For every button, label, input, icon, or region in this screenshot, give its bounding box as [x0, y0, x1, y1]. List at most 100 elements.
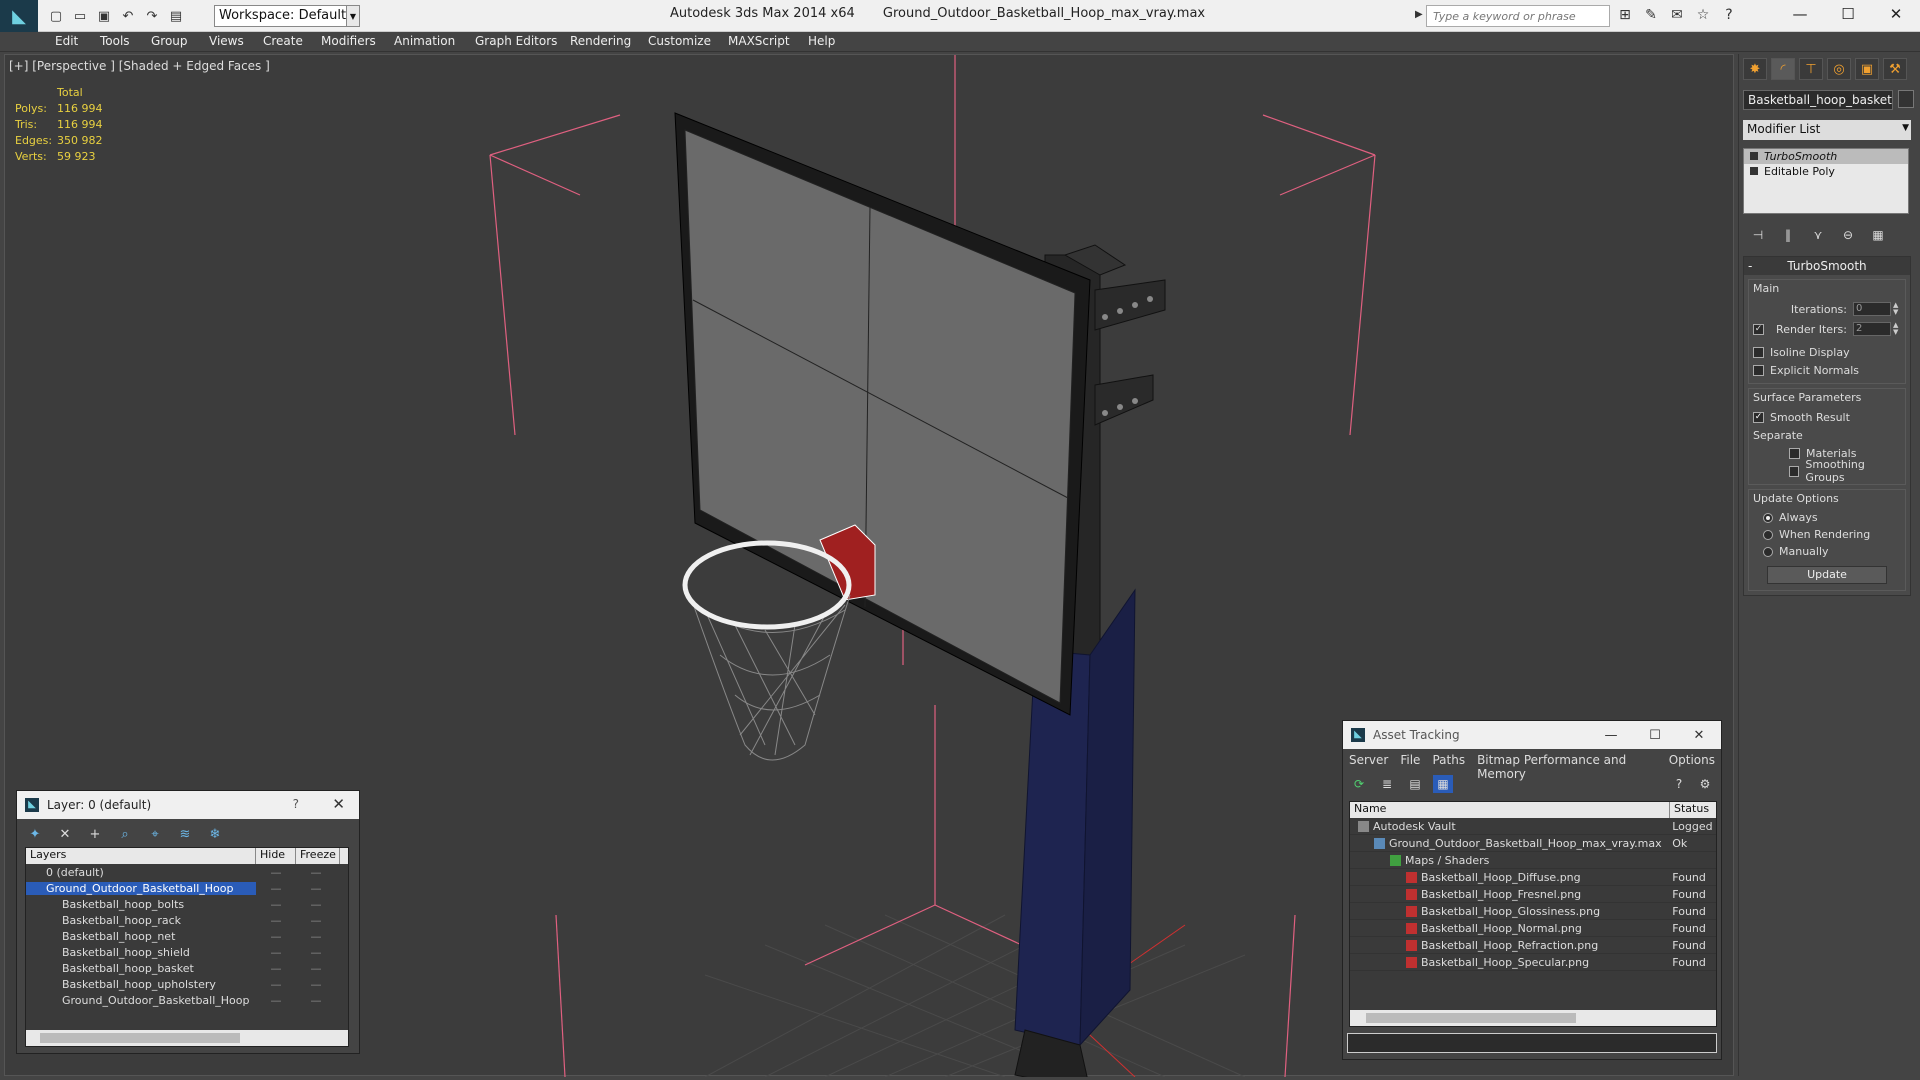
- list-view-icon[interactable]: ≣: [1377, 775, 1397, 793]
- layer-window-titlebar[interactable]: ◣ Layer: 0 (default) ? ✕: [17, 791, 359, 819]
- hierarchy-tab-icon[interactable]: ⊤: [1799, 58, 1823, 80]
- minimize-icon[interactable]: —: [1776, 0, 1824, 28]
- smoothing-groups-option[interactable]: Smoothing Groups: [1753, 458, 1901, 484]
- help-icon[interactable]: ?: [1720, 6, 1738, 24]
- layer-row[interactable]: Basketball_hoop_net — —: [26, 928, 348, 944]
- horizontal-scrollbar[interactable]: [26, 1030, 348, 1046]
- expand-arrow-icon[interactable]: ▶: [1415, 9, 1423, 20]
- minimize-icon[interactable]: —: [1589, 721, 1633, 749]
- asset-row[interactable]: Basketball_Hoop_Refraction.png Found: [1350, 937, 1716, 954]
- lightbulb-icon[interactable]: [1750, 152, 1758, 160]
- manually-option[interactable]: Manually: [1753, 543, 1901, 560]
- thumbnail-view-icon[interactable]: ▤: [1405, 775, 1425, 793]
- workspace-dropdown[interactable]: Workspace: Default ▼: [214, 5, 360, 27]
- asset-row[interactable]: Basketball_Hoop_Specular.png Found: [1350, 954, 1716, 971]
- menu-modifiers[interactable]: Modifiers: [321, 34, 376, 48]
- help-icon[interactable]: ?: [1669, 775, 1689, 793]
- close-icon[interactable]: ✕: [1872, 0, 1920, 28]
- iterations-spinner[interactable]: 0: [1853, 302, 1891, 316]
- viewport-label[interactable]: [+] [Perspective ] [Shaded + Edged Faces…: [9, 59, 270, 73]
- stack-item-turbosmooth[interactable]: TurboSmooth: [1744, 149, 1908, 164]
- subscription-icon[interactable]: ✎: [1642, 6, 1660, 24]
- asset-path-field[interactable]: [1347, 1033, 1717, 1053]
- modifier-list-dropdown[interactable]: Modifier List ▼: [1743, 120, 1911, 140]
- create-tab-icon[interactable]: ✸: [1743, 58, 1767, 80]
- isoline-display-option[interactable]: Isoline Display: [1753, 343, 1901, 361]
- motion-tab-icon[interactable]: ◎: [1827, 58, 1851, 80]
- bolt-brackets[interactable]: [1094, 279, 1166, 426]
- maximize-icon[interactable]: ☐: [1824, 0, 1872, 28]
- spinner-arrows-icon[interactable]: ▲ ▼: [1893, 302, 1901, 316]
- asset-row[interactable]: Ground_Outdoor_Basketball_Hoop_max_vray.…: [1350, 835, 1716, 852]
- binoculars-icon[interactable]: ⊞: [1616, 6, 1634, 24]
- chevron-down-icon[interactable]: ▼: [1902, 123, 1909, 133]
- layer-row[interactable]: Basketball_hoop_bolts — —: [26, 896, 348, 912]
- col-name[interactable]: Name: [1350, 802, 1670, 818]
- horizontal-scrollbar[interactable]: [1350, 1010, 1716, 1026]
- asset-row[interactable]: Maps / Shaders: [1350, 852, 1716, 869]
- close-icon[interactable]: ✕: [332, 795, 345, 813]
- add-to-layer-icon[interactable]: +: [85, 825, 105, 843]
- layer-row[interactable]: 0 (default) — —: [26, 864, 348, 880]
- scrollbar-thumb[interactable]: [40, 1033, 240, 1043]
- remove-modifier-icon[interactable]: ⊖: [1839, 226, 1857, 244]
- settings-icon[interactable]: ⚙: [1695, 775, 1715, 793]
- select-layer-icon[interactable]: ⌖: [145, 825, 165, 843]
- redo-icon[interactable]: ↷: [142, 6, 162, 26]
- smoothing-groups-checkbox[interactable]: [1789, 465, 1800, 477]
- spinner-arrows-icon[interactable]: ▲ ▼: [1893, 322, 1901, 336]
- menu-maxscript[interactable]: MAXScript: [728, 34, 790, 48]
- layer-row[interactable]: Basketball_hoop_upholstery — —: [26, 976, 348, 992]
- select-objects-icon[interactable]: ⌕: [115, 825, 135, 843]
- utilities-tab-icon[interactable]: ⚒: [1883, 58, 1907, 80]
- menu-options[interactable]: Options: [1669, 753, 1715, 767]
- menu-views[interactable]: Views: [209, 34, 244, 48]
- col-hide[interactable]: Hide: [256, 848, 296, 864]
- menu-bitmap-performance[interactable]: Bitmap Performance and Memory: [1477, 753, 1657, 781]
- search-input[interactable]: ▶ Type a keyword or phrase: [1415, 5, 1610, 27]
- menu-tools[interactable]: Tools: [100, 34, 130, 48]
- menu-file[interactable]: File: [1400, 753, 1420, 767]
- stack-item-editable-poly[interactable]: Editable Poly: [1744, 164, 1908, 179]
- table-view-icon[interactable]: ▦: [1433, 775, 1453, 793]
- menu-customize[interactable]: Customize: [648, 34, 711, 48]
- asset-window-titlebar[interactable]: ◣ Asset Tracking — ☐ ✕: [1343, 721, 1721, 749]
- always-option[interactable]: Always: [1753, 509, 1901, 526]
- explicit-normals-checkbox[interactable]: [1753, 364, 1764, 376]
- update-button[interactable]: Update: [1767, 566, 1887, 584]
- layer-row[interactable]: Basketball_hoop_rack — —: [26, 912, 348, 928]
- pole-upholstery[interactable]: [1014, 649, 1091, 1046]
- menu-animation[interactable]: Animation: [394, 34, 455, 48]
- col-freeze[interactable]: Freeze: [296, 848, 340, 864]
- layer-row[interactable]: Ground_Outdoor_Basketball_Hoop — —: [26, 880, 348, 896]
- rollout-header[interactable]: - TurboSmooth: [1744, 257, 1910, 275]
- app-logo-icon[interactable]: ◣: [0, 0, 38, 32]
- delete-layer-icon[interactable]: ✕: [55, 825, 75, 843]
- undo-icon[interactable]: ↶: [118, 6, 138, 26]
- menu-paths[interactable]: Paths: [1432, 753, 1465, 767]
- asset-row[interactable]: Autodesk Vault Logged: [1350, 818, 1716, 835]
- object-name-field[interactable]: Basketball_hoop_basket: [1743, 90, 1893, 110]
- layer-row[interactable]: Basketball_hoop_shield — —: [26, 944, 348, 960]
- when-rendering-radio[interactable]: [1763, 529, 1773, 540]
- communication-icon[interactable]: ✉: [1668, 6, 1686, 24]
- show-end-result-icon[interactable]: ‖: [1779, 226, 1797, 244]
- hide-all-icon[interactable]: ≋: [175, 825, 195, 843]
- menu-help[interactable]: Help: [808, 34, 835, 48]
- menu-create[interactable]: Create: [263, 34, 303, 48]
- make-unique-icon[interactable]: ⋎: [1809, 226, 1827, 244]
- manually-radio[interactable]: [1763, 546, 1773, 557]
- pin-stack-icon[interactable]: ⊣: [1749, 226, 1767, 244]
- materials-checkbox[interactable]: [1789, 447, 1800, 459]
- expand-icon[interactable]: [1750, 167, 1758, 175]
- close-icon[interactable]: ✕: [1677, 721, 1721, 749]
- menu-server[interactable]: Server: [1349, 753, 1388, 767]
- isoline-checkbox[interactable]: [1753, 346, 1764, 358]
- asset-row[interactable]: Basketball_Hoop_Fresnel.png Found: [1350, 886, 1716, 903]
- when-rendering-option[interactable]: When Rendering: [1753, 526, 1901, 543]
- chevron-down-icon[interactable]: ▼: [346, 5, 360, 27]
- refresh-icon[interactable]: ⟳: [1349, 775, 1369, 793]
- always-radio[interactable]: [1763, 512, 1773, 523]
- menu-rendering[interactable]: Rendering: [570, 34, 631, 48]
- asset-row[interactable]: Basketball_Hoop_Glossiness.png Found: [1350, 903, 1716, 920]
